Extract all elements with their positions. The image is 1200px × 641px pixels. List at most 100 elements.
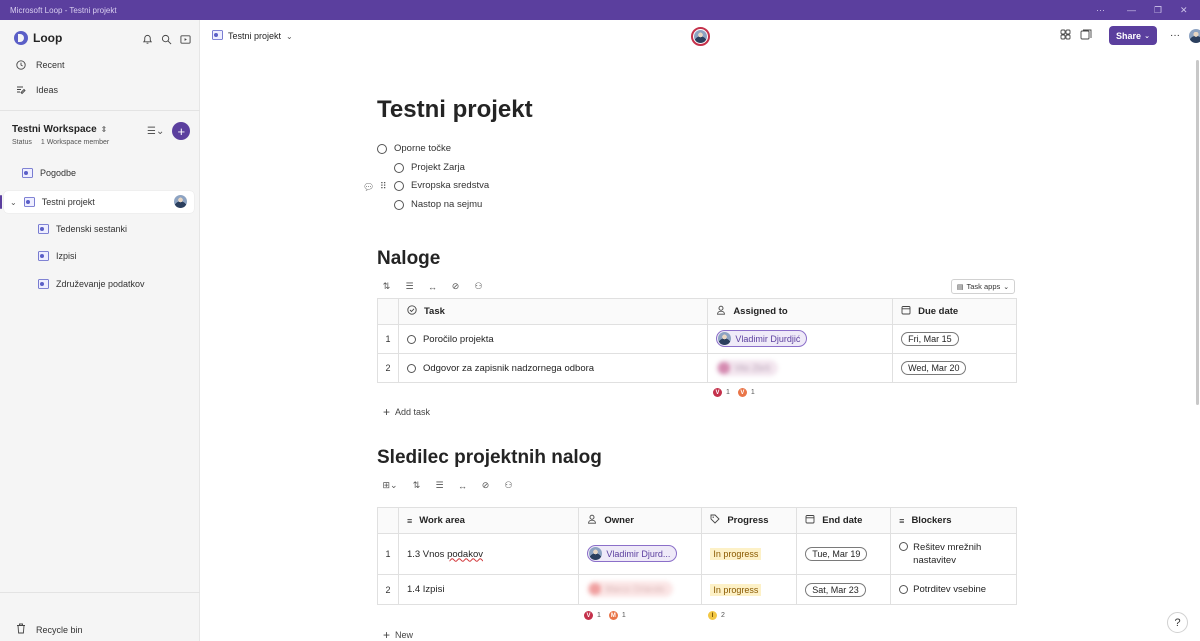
date-chip[interactable]: Fri, Mar 15	[901, 332, 959, 346]
date-chip[interactable]: Wed, Mar 20	[901, 361, 967, 375]
help-button[interactable]: ?	[1167, 612, 1188, 633]
column-header-due[interactable]: Due date	[892, 298, 1017, 325]
workspace-members[interactable]: 1 Workspace member	[41, 139, 109, 146]
column-header-blockers[interactable]: ≡ Blockers	[890, 507, 1017, 534]
blockers-cell[interactable]: Rešitev mrežnih nastavitev	[890, 533, 1017, 575]
work-area-cell[interactable]: 1.4 Izpisi	[397, 574, 580, 605]
column-header-progress[interactable]: Progress	[701, 507, 798, 534]
sort-menu-icon[interactable]: ☰⌄	[147, 126, 164, 137]
account-avatar[interactable]	[1189, 28, 1200, 43]
sort-icon[interactable]: ⇅	[411, 480, 422, 491]
expand-collapse-icon[interactable]: ⇕	[101, 125, 108, 134]
add-row-button[interactable]: + New	[383, 628, 413, 641]
table-view-icon[interactable]: ⊞⌄	[381, 480, 399, 491]
breadcrumb[interactable]: Testni projekt ⌄	[212, 30, 293, 42]
sidebar-item-zdruzevanje-podatkov[interactable]: Združevanje podatkov	[38, 279, 145, 289]
list-item[interactable]: Oporne točke	[377, 143, 451, 154]
chevron-down-icon[interactable]: ⌄	[10, 198, 17, 207]
media-icon[interactable]	[180, 32, 191, 44]
owner-cell[interactable]: Marco Orlando	[578, 574, 703, 605]
restore-icon[interactable]: ❐	[1154, 0, 1162, 20]
page-view-icon[interactable]	[1080, 27, 1092, 45]
progress-cell[interactable]: In progress	[701, 574, 798, 605]
due-cell[interactable]: Fri, Mar 15	[892, 324, 1017, 354]
collaborator-avatar[interactable]	[691, 27, 710, 46]
date-chip[interactable]: Tue, Mar 19	[805, 547, 868, 561]
list-item[interactable]: Nastop na sejmu	[394, 199, 482, 210]
tasks-heading[interactable]: Naloge	[377, 248, 440, 270]
filter-icon[interactable]: ☰	[434, 480, 445, 491]
end-date-cell[interactable]: Tue, Mar 19	[796, 533, 892, 575]
checkbox-circle-icon[interactable]	[394, 199, 404, 210]
column-header-end-date[interactable]: End date	[796, 507, 892, 534]
status-badge[interactable]: In progress	[710, 583, 762, 596]
more-options-icon[interactable]: ···	[1096, 0, 1105, 20]
checkbox-circle-icon[interactable]	[394, 180, 404, 191]
workspace-status[interactable]: Status	[12, 139, 32, 146]
status-badge[interactable]: In progress	[710, 548, 762, 560]
work-area-cell[interactable]: 1.3 Vnos podakov	[397, 533, 580, 575]
table-row[interactable]: 2 1.4 Izpisi Marco Orlando In progress S…	[377, 574, 1017, 605]
tracker-heading[interactable]: Sledilec projektnih nalog	[377, 447, 602, 469]
table-row[interactable]: 1 Poročilo projekta Vladimir Djurdjić Fr…	[377, 324, 1017, 354]
bell-icon[interactable]	[142, 32, 153, 44]
due-cell[interactable]: Wed, Mar 20	[892, 353, 1017, 383]
progress-cell[interactable]: In progress	[701, 533, 798, 575]
task-cell[interactable]: Poročilo projekta	[397, 324, 709, 354]
sort-icon[interactable]: ⇅	[381, 281, 392, 292]
list-item[interactable]: Evropska sredstva	[394, 180, 489, 191]
page-title[interactable]: Testni projekt	[377, 96, 533, 124]
add-person-icon[interactable]: ⚇	[473, 281, 484, 292]
recycle-bin[interactable]: Recycle bin	[16, 623, 83, 636]
add-person-icon[interactable]: ⚇	[503, 480, 514, 491]
nav-ideas[interactable]: Ideas	[16, 85, 58, 95]
filter-icon[interactable]: ☰	[404, 281, 415, 292]
column-width-icon[interactable]: ↔	[457, 481, 468, 491]
task-complete-checkbox[interactable]	[406, 363, 416, 373]
components-icon[interactable]	[1060, 27, 1071, 45]
person-chip-blurred[interactable]: Vito Zbrš	[716, 359, 779, 376]
sidebar-item-testni-projekt[interactable]: ⌄ Testni projekt	[4, 191, 194, 213]
column-header-assigned[interactable]: Assigned to	[707, 298, 894, 325]
column-header-work-area[interactable]: ≡ Work area	[397, 507, 580, 534]
column-header-task[interactable]: Task	[397, 298, 709, 325]
column-header-owner[interactable]: Owner	[578, 507, 703, 534]
vertical-scrollbar[interactable]	[1196, 60, 1199, 405]
checkbox-circle-icon[interactable]	[394, 162, 404, 173]
person-chip[interactable]: Vladimir Djurdjić	[716, 330, 808, 347]
person-chip-blurred[interactable]: Marco Orlando	[587, 581, 673, 597]
task-apps-button[interactable]: ▤ Task apps ⌄	[951, 279, 1015, 294]
search-icon[interactable]	[161, 32, 172, 45]
workspace-name[interactable]: Testni Workspace ⇕	[12, 124, 107, 135]
share-button[interactable]: Share ⌄	[1109, 26, 1157, 45]
sidebar-item-tedenski-sestanki[interactable]: Tedenski sestanki	[38, 224, 127, 234]
add-page-button[interactable]: +	[172, 122, 191, 140]
minimize-icon[interactable]: —	[1127, 0, 1136, 20]
hide-icon[interactable]: ⊘	[480, 480, 491, 491]
person-chip[interactable]: Vladimir Djurd...	[587, 545, 678, 562]
column-width-icon[interactable]: ↔	[427, 282, 438, 292]
task-complete-checkbox[interactable]	[406, 334, 416, 344]
app-logo[interactable]: Loop	[14, 31, 62, 45]
nav-recent[interactable]: Recent	[16, 60, 65, 70]
close-icon[interactable]: ✕	[1180, 0, 1188, 20]
drag-handle-icon[interactable]: ⠿	[380, 181, 387, 192]
blocker-checkbox[interactable]	[899, 542, 909, 551]
blocker-checkbox[interactable]	[899, 585, 909, 594]
table-row[interactable]: 1 1.3 Vnos podakov Vladimir Djurd... In …	[377, 533, 1017, 575]
assigned-cell[interactable]: Vladimir Djurdjić	[707, 324, 894, 354]
task-cell[interactable]: Odgovor za zapisnik nadzornega odbora	[397, 353, 709, 383]
sidebar-item-izpisi[interactable]: Izpisi	[38, 251, 77, 261]
owner-cell[interactable]: Vladimir Djurd...	[578, 533, 703, 575]
comment-icon[interactable]: 💬︎	[363, 182, 374, 193]
more-options-icon[interactable]: ···	[1170, 30, 1180, 41]
table-row[interactable]: 2 Odgovor za zapisnik nadzornega odbora …	[377, 353, 1017, 383]
list-item[interactable]: Projekt Zarja	[394, 162, 465, 173]
add-task-button[interactable]: + Add task	[383, 405, 430, 419]
end-date-cell[interactable]: Sat, Mar 23	[796, 574, 892, 605]
assigned-cell[interactable]: Vito Zbrš	[707, 353, 894, 383]
sidebar-item-pogodbe[interactable]: Pogodbe	[22, 168, 76, 178]
blockers-cell[interactable]: Potrditev vsebine	[890, 574, 1017, 605]
date-chip[interactable]: Sat, Mar 23	[805, 582, 866, 597]
hide-icon[interactable]: ⊘	[450, 281, 461, 292]
